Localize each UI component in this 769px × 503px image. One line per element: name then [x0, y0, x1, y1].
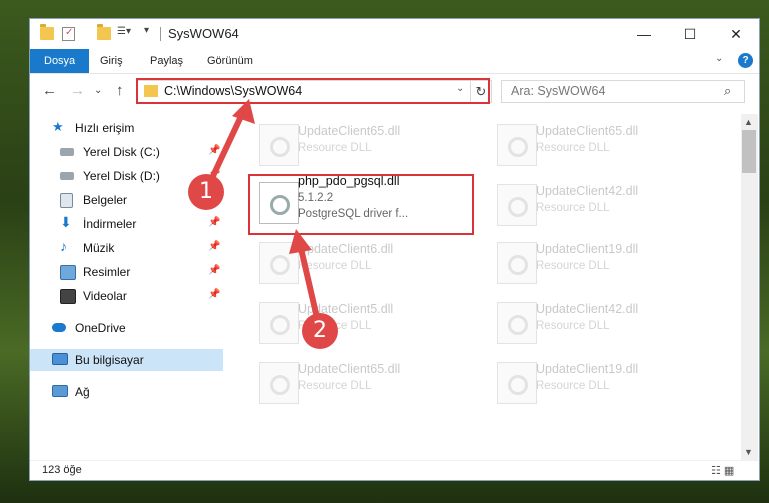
step-badge-2: 2: [302, 313, 338, 349]
arrow-1-head: [232, 99, 255, 124]
annotation-arrows: [209, 99, 321, 325]
arrow-2-head: [289, 229, 312, 254]
arrow-2-shaft: [297, 241, 321, 325]
arrow-1-shaft: [209, 109, 246, 181]
step-badge-1: 1: [188, 174, 224, 210]
